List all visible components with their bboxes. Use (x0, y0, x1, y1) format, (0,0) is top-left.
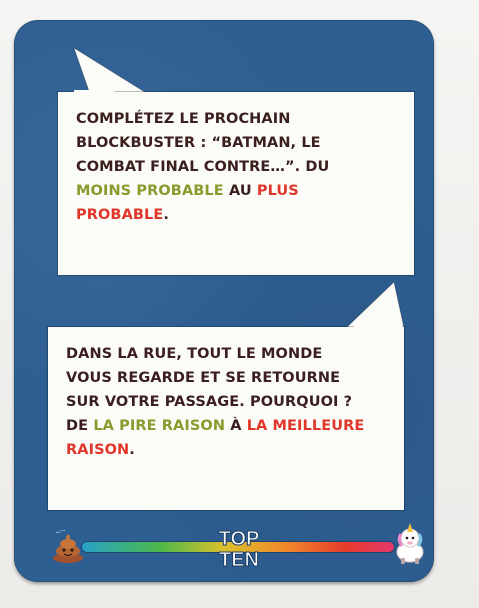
prompt-2-line-1: DANS LA RUE, TOUT LE MONDE (66, 346, 323, 362)
prompt-1-line-1: COMPLÉTEZ LE PROCHAIN (76, 111, 291, 127)
speech-bubble-tail-2 (346, 282, 405, 329)
prompt-2-line-5: RAISON. (66, 438, 396, 462)
prompt-1-line-4: MOINS PROBABLE AU PLUS (76, 179, 406, 203)
prompt-1-line-5: PROBABLE. (76, 203, 406, 227)
rating-scale: TOP TEN (46, 516, 426, 576)
prompt-2-end: . (129, 442, 135, 458)
prompt-2-line-4: DE LA PIRE RAISON À LA MEILLEURE (66, 414, 396, 438)
unicorn-icon (396, 523, 424, 564)
prompt-2-line-2: VOUS REGARDE ET SE RETOURNE (66, 370, 341, 386)
prompt-2-low-label: LA PIRE RAISON (93, 418, 226, 434)
prompt-2-text: DANS LA RUE, TOUT LE MONDE VOUS REGARDE … (66, 342, 396, 462)
tail-joint-1 (74, 90, 114, 96)
prompt-1-connector: AU (228, 183, 252, 199)
top-ten-card: COMPLÉTEZ LE PROCHAIN BLOCKBUSTER : “BAT… (14, 20, 434, 582)
prompt-1-line-3: COMBAT FINAL CONTRE…”. DU (76, 159, 330, 175)
prompt-1-high-label-b: PROBABLE (76, 207, 164, 223)
scene: COMPLÉTEZ LE PROCHAIN BLOCKBUSTER : “BAT… (0, 0, 479, 608)
prompt-2-line-3: SUR VOTRE PASSAGE. POURQUOI ? (66, 394, 353, 410)
logo-bottom-text: TEN (219, 549, 259, 571)
top-ten-logo: TOP TEN (218, 528, 260, 572)
poop-icon (53, 530, 83, 563)
prompt-2-prefix: DE (66, 418, 89, 434)
prompt-1-line-2: BLOCKBUSTER : “BATMAN, LE (76, 135, 321, 151)
prompt-2-high-label-a: LA MEILLEURE (246, 418, 365, 434)
prompt-1-high-label-a: PLUS (256, 183, 299, 199)
prompt-2-connector: À (230, 418, 242, 434)
prompt-2-high-label-b: RAISON (66, 442, 130, 458)
logo-top-text: TOP (219, 528, 260, 550)
prompt-1-text: COMPLÉTEZ LE PROCHAIN BLOCKBUSTER : “BAT… (76, 107, 406, 227)
tail-joint-2 (354, 325, 402, 331)
prompt-1-low-label: MOINS PROBABLE (76, 183, 224, 199)
prompt-1-end: . (163, 207, 169, 223)
